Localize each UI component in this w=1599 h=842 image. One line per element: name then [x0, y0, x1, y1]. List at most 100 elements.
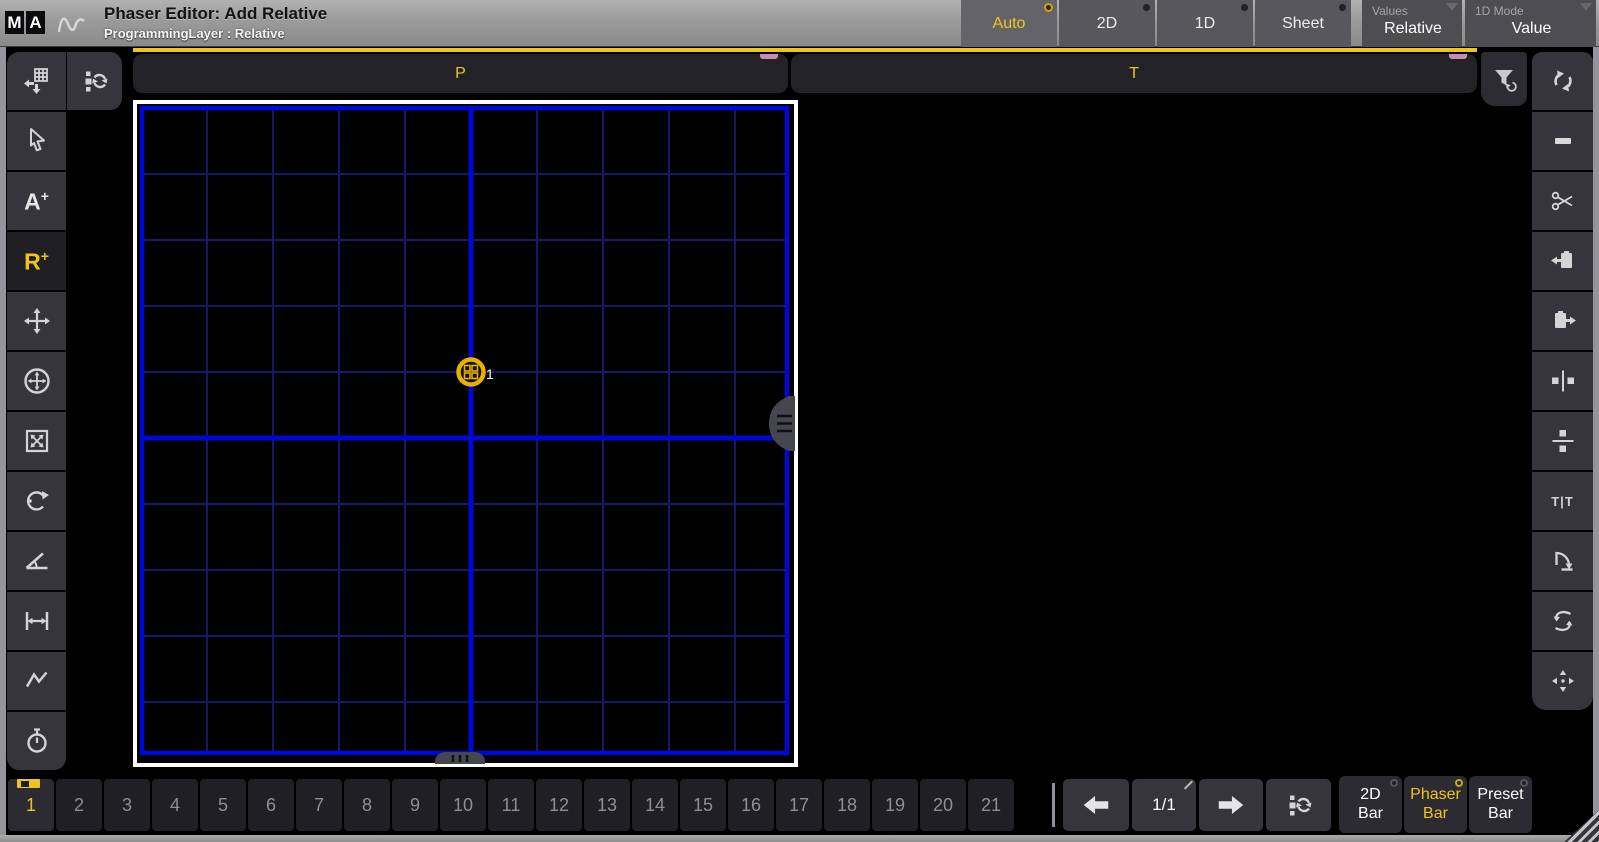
relative-add-label: R+ [24, 249, 49, 274]
radio-dot-icon [1390, 779, 1398, 787]
scale-icon [22, 426, 52, 456]
ma-logo: M A [5, 11, 45, 34]
1d-mode-dropdown[interactable]: 1D Mode Value [1465, 0, 1596, 47]
pointer-icon [22, 126, 52, 156]
step-button-17[interactable]: 17 [776, 779, 822, 831]
paste-after-button[interactable] [1532, 292, 1593, 350]
speed-tool-button[interactable] [7, 712, 66, 770]
step-button-20[interactable]: 20 [920, 779, 966, 831]
step-button-5[interactable]: 5 [200, 779, 246, 831]
step-buttons: 1 2 3 4 5 6 7 8 9 10 11 12 13 14 15 16 1… [8, 779, 1014, 831]
step-button-12[interactable]: 12 [536, 779, 582, 831]
relative-add-button[interactable]: R+ [7, 232, 66, 290]
grid-bottom-drag-handle[interactable] [435, 752, 485, 764]
link-encoder-button[interactable] [67, 52, 122, 110]
radio-dot-icon [1143, 4, 1150, 11]
rotate-90-button[interactable] [1532, 532, 1593, 590]
previous-page-button[interactable] [1063, 779, 1129, 831]
step-button-4[interactable]: 4 [152, 779, 198, 831]
header-t-label: T [1129, 65, 1139, 83]
radio-dot-icon [1339, 4, 1346, 11]
2d-bar-toggle[interactable]: 2D Bar [1339, 776, 1402, 833]
radio-dot-icon [1241, 4, 1248, 11]
rotate-tool-button[interactable] [7, 472, 66, 530]
header-tab-indicator [760, 54, 778, 59]
phaser-bar-toggle[interactable]: Phaser Bar [1404, 776, 1467, 833]
window-title: Phaser Editor: Add Relative [104, 4, 327, 24]
step-button-19[interactable]: 19 [872, 779, 918, 831]
rotate-icon [22, 486, 52, 516]
mirror-horizontal-button[interactable] [1532, 352, 1593, 410]
step-button-11[interactable]: 11 [488, 779, 534, 831]
absolute-add-label: A+ [24, 189, 49, 214]
step-button-6[interactable]: 6 [248, 779, 294, 831]
angle-tool-button[interactable] [7, 532, 66, 590]
step-button-1[interactable]: 1 [8, 779, 54, 831]
move-tool-button[interactable] [7, 292, 66, 350]
grid-move-button[interactable] [7, 52, 66, 110]
invert-icon [1548, 606, 1578, 636]
step-button-21[interactable]: 21 [968, 779, 1014, 831]
values-dropdown[interactable]: Values Relative [1362, 0, 1462, 47]
step-button-14[interactable]: 14 [632, 779, 678, 831]
move-icon [22, 306, 52, 336]
tab-2d[interactable]: 2D [1059, 0, 1155, 47]
column-header-t[interactable]: T [791, 54, 1477, 93]
next-page-button[interactable] [1199, 779, 1263, 831]
radio-dot-icon [1455, 779, 1463, 787]
paste-before-button[interactable] [1532, 232, 1593, 290]
scale-tool-button[interactable] [7, 412, 66, 470]
step-button-10[interactable]: 10 [440, 779, 486, 831]
sync-button[interactable] [1532, 52, 1593, 110]
header-tab-indicator [1449, 54, 1467, 59]
titlebar-dropdowns: Values Relative 1D Mode Value [1362, 0, 1596, 47]
header-p-label: P [455, 65, 466, 83]
tab-sheet[interactable]: Sheet [1255, 0, 1351, 47]
mirror-horizontal-icon [1548, 366, 1578, 396]
filter-icon [1489, 64, 1519, 94]
invert-button[interactable] [1532, 592, 1593, 650]
pointer-tool-button[interactable] [7, 112, 66, 170]
recast-icon [1284, 790, 1314, 820]
step-button-9[interactable]: 9 [392, 779, 438, 831]
step-button-8[interactable]: 8 [344, 779, 390, 831]
step-button-16[interactable]: 16 [728, 779, 774, 831]
bar-toggle-label: Phaser [1410, 786, 1461, 804]
phaser-2d-grid[interactable]: 1 [133, 100, 798, 767]
remove-step-button[interactable] [1532, 112, 1593, 170]
cut-button[interactable] [1532, 172, 1593, 230]
step-button-3[interactable]: 3 [104, 779, 150, 831]
step-button-15[interactable]: 15 [680, 779, 726, 831]
center-move-tool-button[interactable] [7, 352, 66, 410]
mirror-vertical-button[interactable] [1532, 412, 1593, 470]
absolute-add-button[interactable]: A+ [7, 172, 66, 230]
step-button-13[interactable]: 13 [584, 779, 630, 831]
filter-button[interactable] [1481, 52, 1527, 106]
width-tool-button[interactable] [7, 592, 66, 650]
bar-toggle-label: Bar [1423, 805, 1448, 823]
transition-tool-button[interactable] [7, 652, 66, 710]
minus-icon [1548, 126, 1578, 156]
tab-1d[interactable]: 1D [1157, 0, 1253, 47]
link-encoder-bar-button[interactable] [1266, 779, 1331, 831]
radio-dot-icon [1044, 3, 1053, 12]
step-button-2[interactable]: 2 [56, 779, 102, 831]
phaser-tools-toolbar: A+ R+ [7, 52, 66, 770]
nudge-button[interactable] [1532, 652, 1593, 710]
left-edge-rail [0, 47, 6, 835]
bar-toggle-label: Bar [1488, 805, 1513, 823]
step-button-7[interactable]: 7 [296, 779, 342, 831]
mirror-transition-button[interactable]: T|T [1532, 472, 1593, 530]
page-indicator[interactable]: 1/1 [1132, 779, 1196, 831]
view-mode-tabs: Auto 2D 1D Sheet [961, 0, 1351, 47]
step-button-18[interactable]: 18 [824, 779, 870, 831]
tab-auto[interactable]: Auto [961, 0, 1057, 47]
width-icon [22, 606, 52, 636]
transition-icon [22, 666, 52, 696]
tab-label: 1D [1195, 15, 1215, 33]
column-header-p[interactable]: P [133, 54, 788, 93]
arrow-left-icon [1080, 792, 1112, 818]
step-bar-divider [1052, 783, 1055, 827]
bar-toggle-label: Preset [1477, 786, 1523, 804]
preset-bar-toggle[interactable]: Preset Bar [1469, 776, 1532, 833]
